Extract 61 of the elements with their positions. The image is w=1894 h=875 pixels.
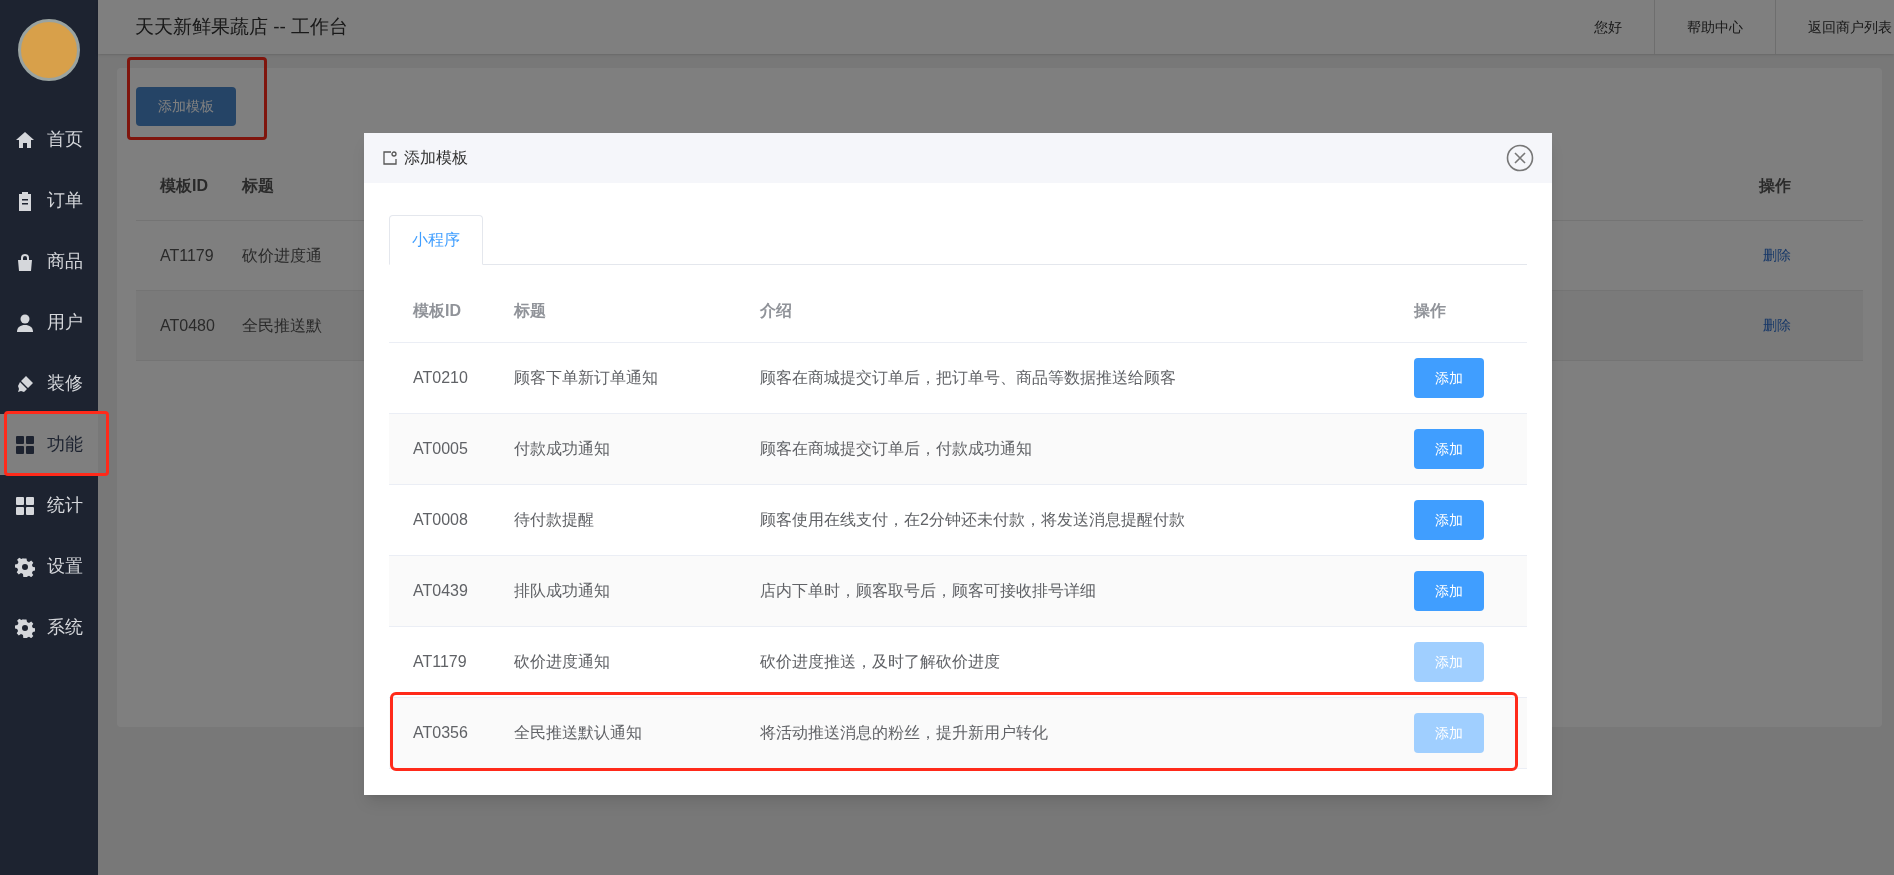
table-cell: 付款成功通知 (514, 440, 610, 457)
close-icon[interactable] (1506, 144, 1534, 172)
column-header: 模板ID (413, 301, 461, 319)
sidebar-item[interactable]: 设置 (0, 536, 98, 597)
header-link[interactable]: 您好 (1594, 0, 1654, 54)
add-button[interactable]: 添加 (1414, 500, 1484, 540)
table-cell: AT0210 (413, 369, 468, 386)
column-header: 标题 (514, 301, 546, 319)
table-cell-text: 砍价进度通 (242, 245, 323, 266)
template-icon (382, 150, 398, 166)
delete-link[interactable]: 删除 (1763, 315, 1791, 336)
table-cell-text: AT0480 (160, 315, 216, 336)
sidebar-item[interactable]: 商品 (0, 231, 98, 292)
sidebar-item[interactable]: 统计 (0, 475, 98, 536)
grid-icon (15, 434, 35, 455)
table-cell: 待付款提醒 (514, 511, 594, 528)
header-link[interactable]: 帮助中心 (1654, 0, 1775, 54)
gear-icon (15, 556, 35, 577)
sidebar-item[interactable]: 装修 (0, 353, 98, 414)
table-cell: AT0439 (413, 582, 468, 599)
column-header: 操作 (1414, 301, 1446, 319)
column-header: 操作 (1759, 175, 1791, 196)
table-cell: 顾客下单新订单通知 (514, 369, 658, 386)
table-cell: 砍价进度通知 (514, 653, 610, 670)
table-cell: AT0008 (413, 511, 468, 528)
sidebar-item[interactable]: 订单 (0, 170, 98, 231)
table-cell: AT0356 (413, 724, 468, 741)
sidebar-item[interactable]: 用户 (0, 292, 98, 353)
table-cell-text: 全民推送默 (242, 315, 323, 336)
delete-link[interactable]: 删除 (1763, 245, 1791, 266)
table-cell: 排队成功通知 (514, 582, 610, 599)
table-cell: 砍价进度推送，及时了解砍价进度 (760, 653, 1000, 670)
table-cell: 顾客在商城提交订单后，付款成功通知 (760, 440, 1032, 457)
user-icon (15, 312, 35, 333)
bag-icon (15, 251, 35, 272)
brush-icon (15, 373, 35, 394)
column-header: 标题 (242, 175, 275, 196)
grid-icon (15, 495, 35, 516)
table-cell: AT0005 (413, 440, 468, 457)
add-button[interactable]: 添加 (1414, 429, 1484, 469)
tab[interactable]: 小程序 (389, 215, 483, 265)
sidebar-item[interactable]: 系统 (0, 597, 98, 658)
add-template-button[interactable]: 添加模板 (136, 87, 236, 126)
table-cell: 顾客在商城提交订单后，把订单号、商品等数据推送给顾客 (760, 369, 1176, 386)
table-cell: 全民推送默认通知 (514, 724, 642, 741)
table-cell: AT1179 (413, 653, 467, 670)
gear-icon (15, 617, 35, 638)
table-cell: 将活动推送消息的粉丝，提升新用户转化 (760, 724, 1048, 741)
sidebar-item[interactable]: 功能 (0, 414, 98, 475)
table-cell: 顾客使用在线支付，在2分钟还未付款，将发送消息提醒付款 (760, 511, 1185, 528)
column-header: 介绍 (760, 301, 792, 319)
table-cell-text: AT1179 (160, 245, 215, 266)
column-header: 模板ID (160, 175, 209, 196)
sidebar-item[interactable]: 首页 (0, 109, 98, 170)
page-title: 天天新鲜果蔬店 -- 工作台 (135, 14, 349, 39)
modal-title: 添加模板 (404, 148, 468, 168)
add-button[interactable]: 添加 (1414, 358, 1484, 398)
home-icon (15, 129, 35, 150)
header-link[interactable]: 返回商户列表 (1775, 0, 1894, 54)
table-cell: 店内下单时，顾客取号后，顾客可接收排号详细 (760, 582, 1096, 599)
add-button[interactable]: 添加 (1414, 571, 1484, 611)
